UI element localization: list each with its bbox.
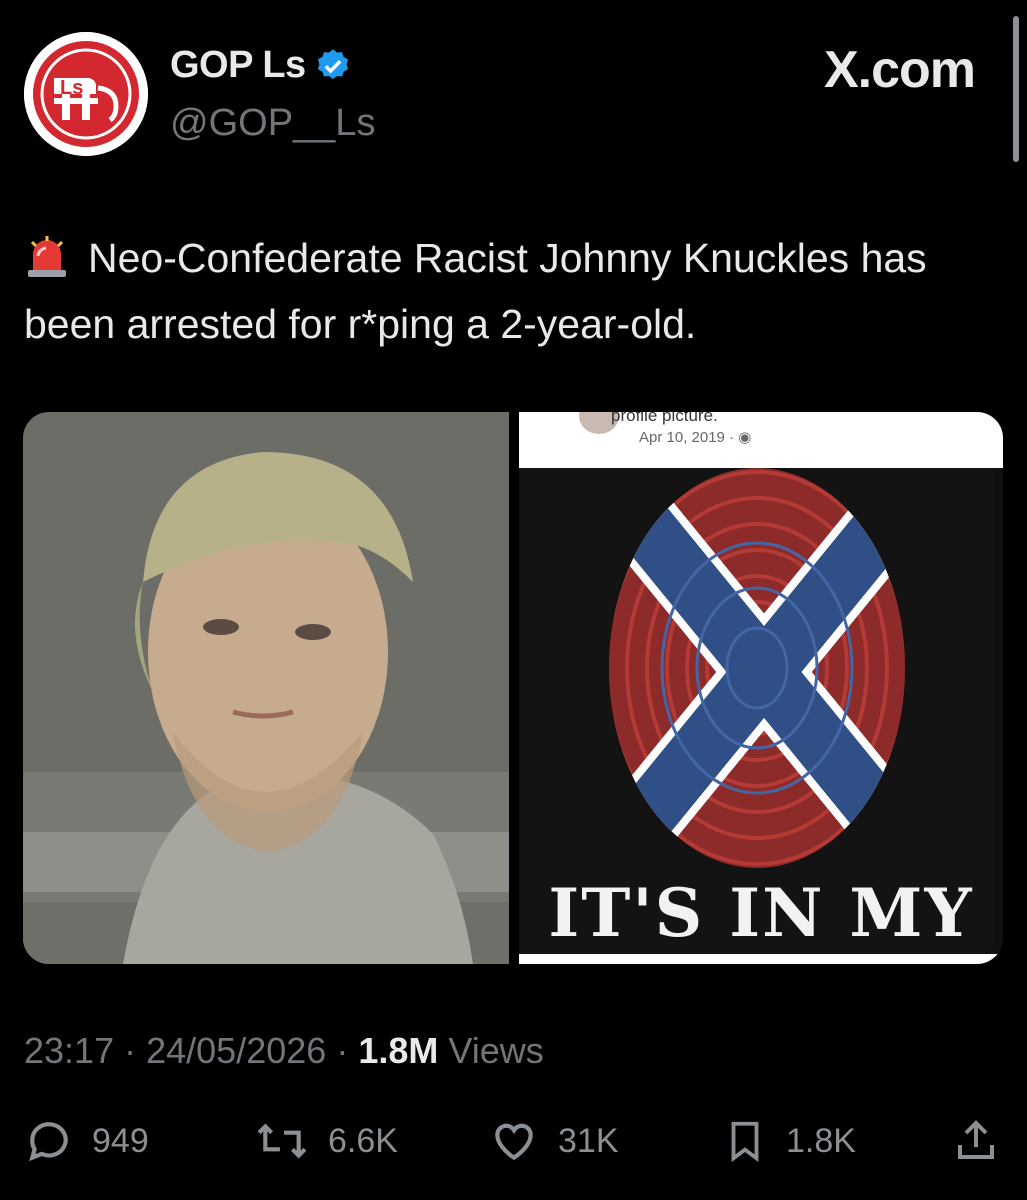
avatar[interactable]: Ls bbox=[24, 32, 148, 156]
tweet-time[interactable]: 23:17 bbox=[24, 1030, 114, 1071]
tweet-body: Neo-Confederate Racist Johnny Knuckles h… bbox=[24, 235, 927, 347]
dna-caption: IT'S IN MY bbox=[548, 874, 974, 952]
gop-ls-logo: Ls bbox=[24, 32, 148, 156]
mugshot-image[interactable] bbox=[23, 412, 509, 964]
like-button[interactable]: 31K bbox=[488, 1116, 619, 1166]
views-label: Views bbox=[448, 1030, 544, 1071]
bookmark-button[interactable]: 1.8K bbox=[722, 1116, 856, 1166]
repost-icon bbox=[257, 1123, 307, 1159]
tweet-media[interactable]: profile picture. Apr 10, 2019 · ◉ IT'S I… bbox=[23, 412, 1003, 964]
site-label: X.com bbox=[823, 41, 976, 99]
scrollbar[interactable] bbox=[1013, 16, 1019, 162]
like-count: 31K bbox=[558, 1121, 619, 1160]
separator-dot: · bbox=[124, 1030, 147, 1071]
reply-count: 949 bbox=[92, 1121, 149, 1160]
flag-fingerprint-image[interactable]: profile picture. Apr 10, 2019 · ◉ IT'S I… bbox=[519, 412, 1003, 964]
reply-button[interactable]: 949 bbox=[24, 1116, 149, 1166]
image-bottom-strip bbox=[519, 954, 1003, 964]
police-siren-icon bbox=[24, 232, 70, 294]
bookmark-count: 1.8K bbox=[786, 1121, 856, 1160]
verified-badge-icon bbox=[317, 48, 348, 79]
tweet-meta: 23:17 · 24/05/2026 · 1.8M Views bbox=[24, 1030, 544, 1072]
share-button[interactable] bbox=[952, 1116, 1000, 1166]
action-bar: 949 6.6K 31K 1.8K bbox=[24, 1116, 1004, 1172]
views-count: 1.8M bbox=[358, 1030, 439, 1071]
tweet-text: Neo-Confederate Racist Johnny Knuckles h… bbox=[24, 228, 1004, 354]
tweet-date[interactable]: 24/05/2026 bbox=[146, 1030, 326, 1071]
separator-dot: · bbox=[336, 1030, 359, 1071]
bookmark-icon bbox=[731, 1121, 759, 1163]
repost-count: 6.6K bbox=[328, 1121, 398, 1160]
account-handle[interactable]: @GOP__Ls bbox=[170, 102, 375, 145]
share-icon bbox=[958, 1120, 994, 1159]
display-name[interactable]: GOP Ls bbox=[170, 44, 306, 87]
heart-icon bbox=[495, 1123, 533, 1161]
repost-button[interactable]: 6.6K bbox=[254, 1116, 398, 1166]
media-divider bbox=[509, 412, 519, 964]
reply-icon bbox=[29, 1122, 68, 1162]
